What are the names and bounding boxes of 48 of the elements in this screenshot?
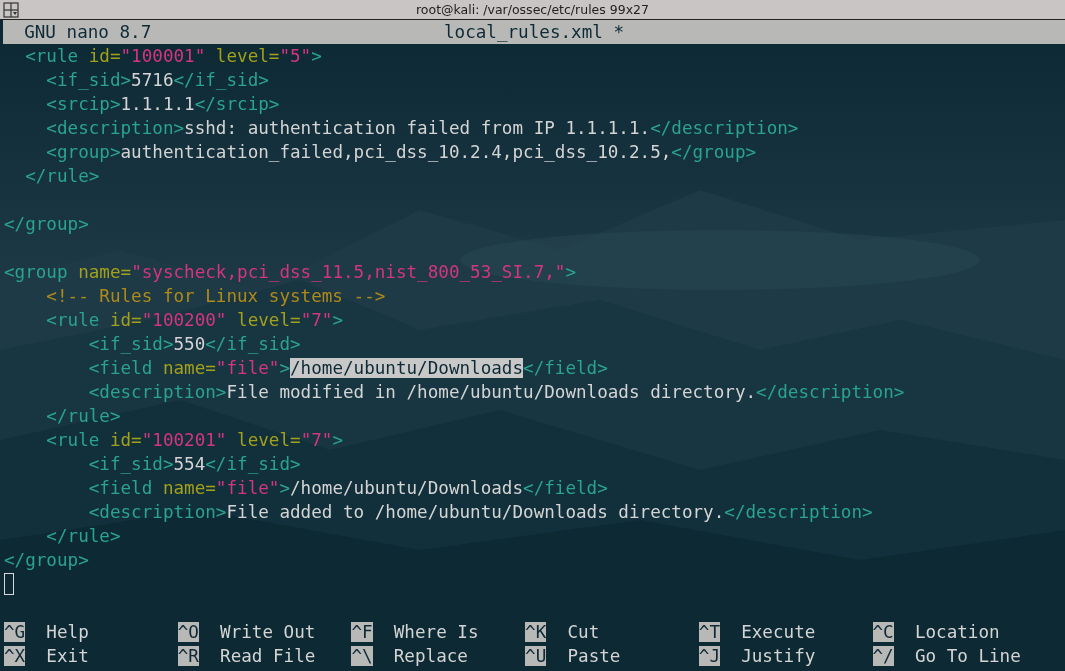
code-line: <group name="syscheck,pci_dss_11.5,nist_800_53_SI.7,">	[4, 262, 576, 282]
shortcut-key: ^X	[4, 646, 26, 666]
shortcut-key: ^T	[698, 622, 720, 642]
shortcut-key: ^K	[525, 622, 547, 642]
shortcut-label: Cut	[567, 622, 600, 642]
shortcut-label: Execute	[741, 622, 816, 642]
editor-version: GNU nano 8.7	[24, 21, 152, 44]
shortcut-key: ^\	[351, 646, 373, 666]
shortcut-label: Go To Line	[914, 646, 1021, 666]
code-line: <description>File modified in /home/ubuntu/Downloads directory.</description>	[87, 382, 905, 402]
shortcut-key: ^G	[4, 622, 26, 642]
shortcut-key: ^U	[525, 646, 547, 666]
shortcut-label: Write Out	[220, 622, 316, 642]
window-title: root@kali: /var/ossec/etc/rules 99x27	[415, 2, 649, 17]
code-line: </rule>	[45, 526, 121, 546]
code-line: </group>	[4, 550, 89, 570]
code-line: <srcip>1.1.1.1</srcip>	[45, 94, 280, 114]
window-menu-icon[interactable]	[3, 2, 19, 18]
code-line: <if_sid>554</if_sid>	[87, 454, 301, 474]
text-cursor-icon	[4, 573, 14, 595]
code-line: <description>sshd: authentication failed from IP 1.1.1.1.</description>	[45, 118, 799, 138]
shortcut-key: ^O	[177, 622, 199, 642]
code-line: <rule id="100001" level="5">	[24, 46, 322, 66]
shortcut-label: Read File	[220, 646, 316, 666]
code-line: </group>	[4, 214, 89, 234]
code-line: <rule id="100201" level="7">	[45, 430, 343, 450]
code-line: <group>authentication_failed,pci_dss_10.2.4,pci_dss_10.2.5,</group>	[45, 142, 757, 162]
code-line: </rule>	[45, 406, 121, 426]
shortcut-label: Where Is	[393, 622, 479, 642]
shortcut-label: Paste	[567, 646, 621, 666]
shortcut-label: Replace	[393, 646, 468, 666]
shortcut-key: ^J	[698, 646, 720, 666]
code-line: </rule>	[24, 166, 100, 186]
code-line: <if_sid>5716</if_sid>	[45, 70, 269, 90]
code-line: <!-- Rules for Linux systems -->	[45, 286, 386, 306]
shortcut-key: ^C	[872, 622, 894, 642]
code-line: <if_sid>550</if_sid>	[87, 334, 301, 354]
shortcut-key: ^F	[351, 622, 373, 642]
code-line: <rule id="100200" level="7">	[45, 310, 343, 330]
shortcut-label: Location	[914, 622, 1000, 642]
code-line: <field name="file">/home/ubuntu/Downloads</field>	[87, 478, 608, 498]
shortcut-label: Exit	[46, 646, 89, 666]
file-name: local_rules.xml *	[443, 21, 625, 44]
shortcut-key: ^R	[177, 646, 199, 666]
shortcut-label: Justify	[741, 646, 816, 666]
shortcut-key: ^/	[872, 646, 894, 666]
code-line: <description>File added to /home/ubuntu/Downloads directory.</description>	[87, 502, 873, 522]
shortcut-label: Help	[46, 622, 89, 642]
